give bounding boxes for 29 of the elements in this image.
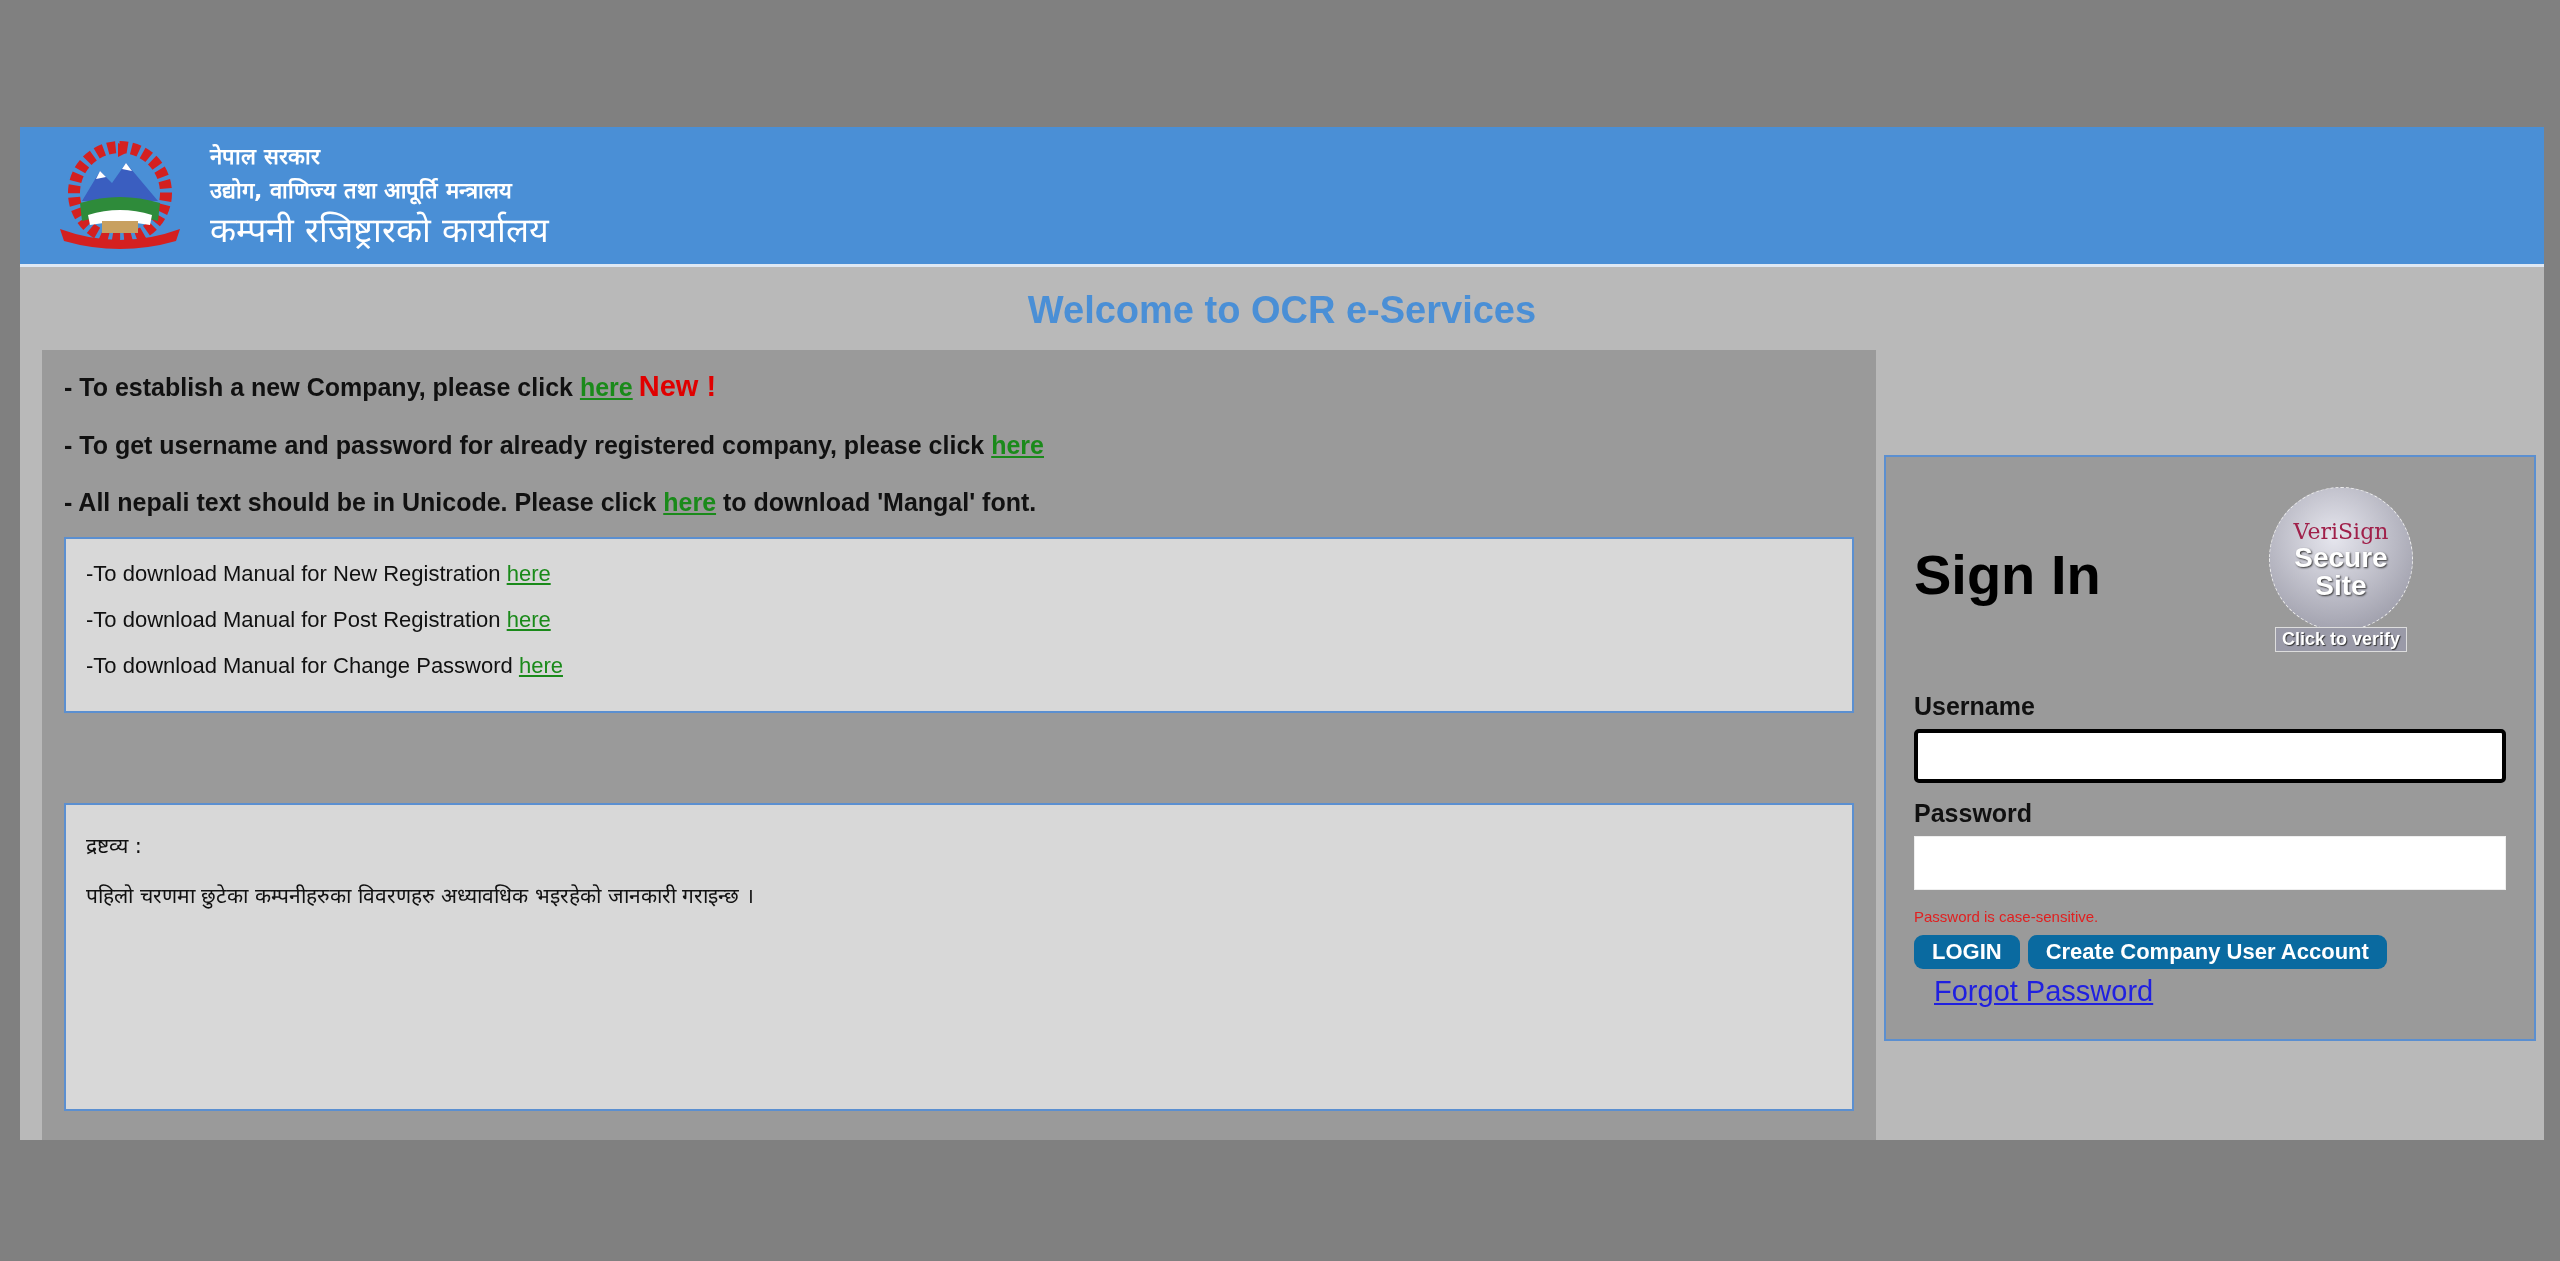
here-link[interactable]: here (506, 607, 551, 632)
username-field[interactable] (1914, 729, 2506, 783)
note-heading: द्रष्टव्य : (86, 833, 143, 859)
header-government-text: नेपाल सरकार (210, 142, 322, 170)
notice-text: - To get username and password for already registered company, please click here (64, 431, 1045, 460)
manual-text: -To download Manual for Post Registration here (86, 607, 552, 633)
manual-text: -To download Manual for Change Password here (86, 653, 564, 679)
forgot-password-link[interactable]: Forgot Password (1934, 975, 2154, 1008)
here-link[interactable]: here (506, 561, 551, 586)
here-link[interactable]: here (518, 653, 563, 678)
login-button[interactable]: LOGIN (1914, 935, 2020, 969)
new-label: New ! (638, 370, 717, 402)
hint-text: Password is case-sensitive. (1914, 908, 2100, 925)
sign-in-title: Sign In (1914, 542, 2101, 607)
welcome-title: Welcome to OCR e-Services (1027, 289, 1537, 332)
header-office-title: कम्पनी रजिष्ट्रारको कार्यालय (210, 208, 549, 252)
notice-text: - To establish a new Company, please click here New ! (64, 370, 718, 403)
manual-text: -To download Manual for New Registration here (86, 561, 552, 587)
password-field[interactable] (1914, 836, 2506, 890)
click-to-verify-label[interactable]: Click to verify (2274, 627, 2407, 652)
field-label: Username (1914, 692, 2036, 721)
here-link[interactable]: here (991, 431, 1044, 459)
header-ministry-text: उद्योग, वाणिज्य तथा आपूर्ति मन्त्रालय (210, 176, 514, 204)
note-text: पहिलो चरणमा छुटेका कम्पनीहरुका विवरणहरु अध्यावधिक भइरहेको जानकारी गराइन्छ । (86, 883, 756, 909)
create-account-button[interactable]: Create Company User Account (2027, 935, 2387, 969)
here-link[interactable]: here (579, 373, 633, 401)
notice-text: - All nepali text should be in Unicode. Please click here to download 'Mangal' font. (64, 488, 1038, 517)
field-label: Password (1914, 799, 2034, 828)
here-link[interactable]: here (663, 488, 717, 516)
